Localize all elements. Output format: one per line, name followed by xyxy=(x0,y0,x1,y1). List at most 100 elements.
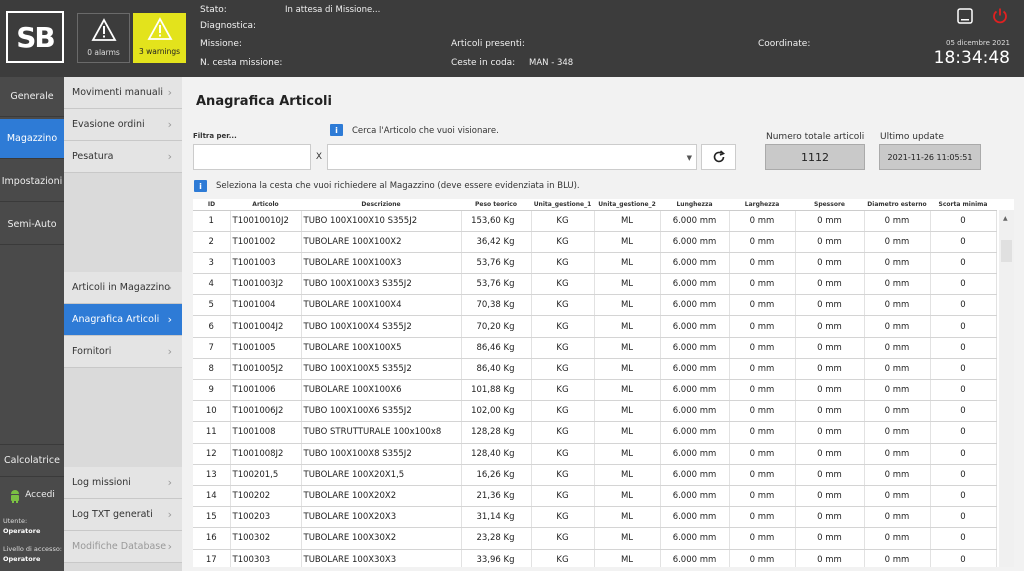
table-cell: 0 mm xyxy=(795,252,865,275)
table-row[interactable]: 2 T1001002 TUBOLARE 100X100X2 36,42 Kg KG ML 6… xyxy=(193,231,997,253)
table-cell: T1001008 xyxy=(230,421,302,444)
sub-movimenti-manuali[interactable]: Movimenti manuali › xyxy=(64,77,182,109)
table-row[interactable]: 1 T10010010J2 TUBO 100X100X10 S355J2 153,60… xyxy=(193,210,997,232)
table-row[interactable]: 4 T1001003J2 TUBO 100X100X3 S355J2 53,76 Kg… xyxy=(193,273,997,296)
article-select[interactable]: ▼ xyxy=(327,144,697,170)
table-cell: KG xyxy=(531,549,595,567)
sub-anagrafica-articoli[interactable]: Anagrafica Articoli › xyxy=(64,304,182,336)
table-cell: 0 mm xyxy=(729,294,796,317)
table-row[interactable]: 17 T100303 TUBOLARE 100X30X3 33,96 Kg KG ML 6.… xyxy=(193,549,997,567)
table-row[interactable]: 7 T1001005 TUBOLARE 100X100X5 86,46 Kg KG ML 6… xyxy=(193,337,997,359)
scroll-up-icon[interactable]: ▲ xyxy=(1003,215,1008,222)
table-cell: TUBOLARE 100X30X2 xyxy=(301,527,462,550)
accedi-button[interactable]: Accedi xyxy=(0,480,64,510)
table-row[interactable]: 10 T1001006J2 TUBO 100X100X6 S355J2 102,00 … xyxy=(193,400,997,423)
table-header-row: ID Articolo Descrizione Peso teorico Unita_g… xyxy=(193,199,996,211)
table-cell: 0 xyxy=(930,273,997,296)
info-icon: i xyxy=(194,180,207,192)
table-row[interactable]: 16 T100302 TUBOLARE 100X30X2 23,28 Kg KG ML 6.… xyxy=(193,527,997,550)
sub-articoli-magazzino[interactable]: Articoli in Magazzino › xyxy=(64,272,182,304)
table-cell: ML xyxy=(594,527,661,550)
nav-semi-auto[interactable]: Semi-Auto xyxy=(0,205,64,245)
sub-item-label: Log missioni xyxy=(72,477,131,488)
chevron-right-icon: › xyxy=(167,476,172,489)
minimize-button[interactable] xyxy=(955,6,975,26)
table-cell: 5 xyxy=(193,294,231,317)
alarms-button[interactable]: 0 alarms xyxy=(77,13,130,63)
table-cell: KG xyxy=(531,421,595,444)
search-hint: Cerca l'Articolo che vuoi visionare. xyxy=(352,126,499,136)
column-header[interactable]: Unita_gestione_1 xyxy=(531,199,594,211)
sub-log-missioni[interactable]: Log missioni › xyxy=(64,467,182,499)
sub-log-txt[interactable]: Log TXT generati › xyxy=(64,499,182,531)
column-header[interactable]: ID xyxy=(193,199,230,211)
table-row[interactable]: 3 T1001003 TUBOLARE 100X100X3 53,76 Kg KG ML 6… xyxy=(193,252,997,275)
table-cell: 0 xyxy=(930,252,997,275)
sub-navigation: Movimenti manuali › Evasione ordini › Pesa… xyxy=(64,77,182,571)
table-row[interactable]: 12 T1001008J2 TUBO 100X100X8 S355J2 128,40 … xyxy=(193,443,997,465)
nav-generale[interactable]: Generale xyxy=(0,77,64,117)
cesta-label: N. cesta missione: xyxy=(200,58,283,68)
column-header[interactable]: Peso teorico xyxy=(461,199,531,211)
column-header[interactable]: Scorta minima xyxy=(930,199,996,211)
table-cell: 4 xyxy=(193,273,231,296)
table-cell: TUBOLARE 100X30X3 xyxy=(301,549,462,567)
sub-item-label: Movimenti manuali xyxy=(72,87,163,98)
power-button[interactable] xyxy=(990,6,1010,26)
table-row[interactable]: 8 T1001005J2 TUBO 100X100X5 S355J2 86,40 Kg… xyxy=(193,358,997,381)
table-cell: 102,00 Kg xyxy=(461,400,532,423)
column-header[interactable]: Spessore xyxy=(795,199,864,211)
table-row[interactable]: 9 T1001006 TUBOLARE 100X100X6 101,88 Kg KG ML… xyxy=(193,379,997,402)
table-cell: 0 mm xyxy=(795,294,865,317)
table-cell: 16,26 Kg xyxy=(461,464,532,486)
chevron-right-icon: › xyxy=(167,313,172,326)
table-cell: 6.000 mm xyxy=(660,400,730,423)
table-cell: 0 mm xyxy=(864,231,931,253)
table-cell: KG xyxy=(531,485,595,508)
filter-input[interactable] xyxy=(193,144,311,170)
table-cell: KG xyxy=(531,379,595,402)
table-scrollbar[interactable]: ▲ xyxy=(999,210,1014,567)
table-cell: 0 mm xyxy=(864,379,931,402)
table-row[interactable]: 14 T100202 TUBOLARE 100X20X2 21,36 Kg KG ML 6.… xyxy=(193,485,997,508)
sub-item-label: Fornitori xyxy=(72,346,112,357)
table-cell: 0 mm xyxy=(795,379,865,402)
column-header[interactable]: Lunghezza xyxy=(660,199,729,211)
table-cell: 0 mm xyxy=(864,252,931,275)
utente-value: Operatore xyxy=(3,527,41,535)
calcolatrice-button[interactable]: Calcolatrice xyxy=(0,444,64,477)
refresh-button[interactable] xyxy=(701,144,736,170)
table-cell: 16 xyxy=(193,527,231,550)
table-cell: 0 mm xyxy=(729,358,796,381)
column-header[interactable]: Diametro esterno xyxy=(864,199,930,211)
warnings-button[interactable]: 3 warnings xyxy=(133,13,186,63)
livello-value: Operatore xyxy=(3,555,41,563)
table-row[interactable]: 13 T100201,5 TUBOLARE 100X20X1,5 16,26 Kg KG… xyxy=(193,464,997,486)
table-cell: 6.000 mm xyxy=(660,464,730,486)
table-cell: T100203 xyxy=(230,506,302,529)
nav-impostazioni[interactable]: Impostazioni xyxy=(0,162,64,202)
table-cell: 0 xyxy=(930,400,997,423)
table-cell: KG xyxy=(531,527,595,550)
table-cell: 6.000 mm xyxy=(660,315,730,338)
sub-evasione-ordini[interactable]: Evasione ordini › xyxy=(64,109,182,141)
column-header[interactable]: Descrizione xyxy=(301,199,461,211)
column-header[interactable]: Larghezza xyxy=(729,199,795,211)
table-cell: TUBOLARE 100X100X2 xyxy=(301,231,462,253)
table-row[interactable]: 15 T100203 TUBOLARE 100X20X3 31,14 Kg KG ML 6.… xyxy=(193,506,997,529)
sub-modifiche-database[interactable]: Modifiche Database › xyxy=(64,531,182,563)
access-level-info: Livello di accesso: Operatore xyxy=(3,544,62,564)
nav-magazzino[interactable]: Magazzino xyxy=(0,119,64,159)
sub-fornitori[interactable]: Fornitori › xyxy=(64,336,182,368)
table-cell: 0 mm xyxy=(864,337,931,359)
column-header[interactable]: Articolo xyxy=(230,199,301,211)
sub-pesatura[interactable]: Pesatura › xyxy=(64,141,182,173)
scroll-thumb[interactable] xyxy=(1001,240,1012,262)
table-row[interactable]: 5 T1001004 TUBOLARE 100X100X4 70,38 Kg KG ML 6… xyxy=(193,294,997,317)
table-cell: T1001008J2 xyxy=(230,443,302,465)
table-cell: 6 xyxy=(193,315,231,338)
clear-filter-button[interactable]: X xyxy=(313,144,325,170)
table-row[interactable]: 11 T1001008 TUBO STRUTTURALE 100x100x8 128,… xyxy=(193,421,997,444)
column-header[interactable]: Unita_gestione_2 xyxy=(594,199,660,211)
table-row[interactable]: 6 T1001004J2 TUBO 100X100X4 S355J2 70,20 Kg… xyxy=(193,315,997,338)
